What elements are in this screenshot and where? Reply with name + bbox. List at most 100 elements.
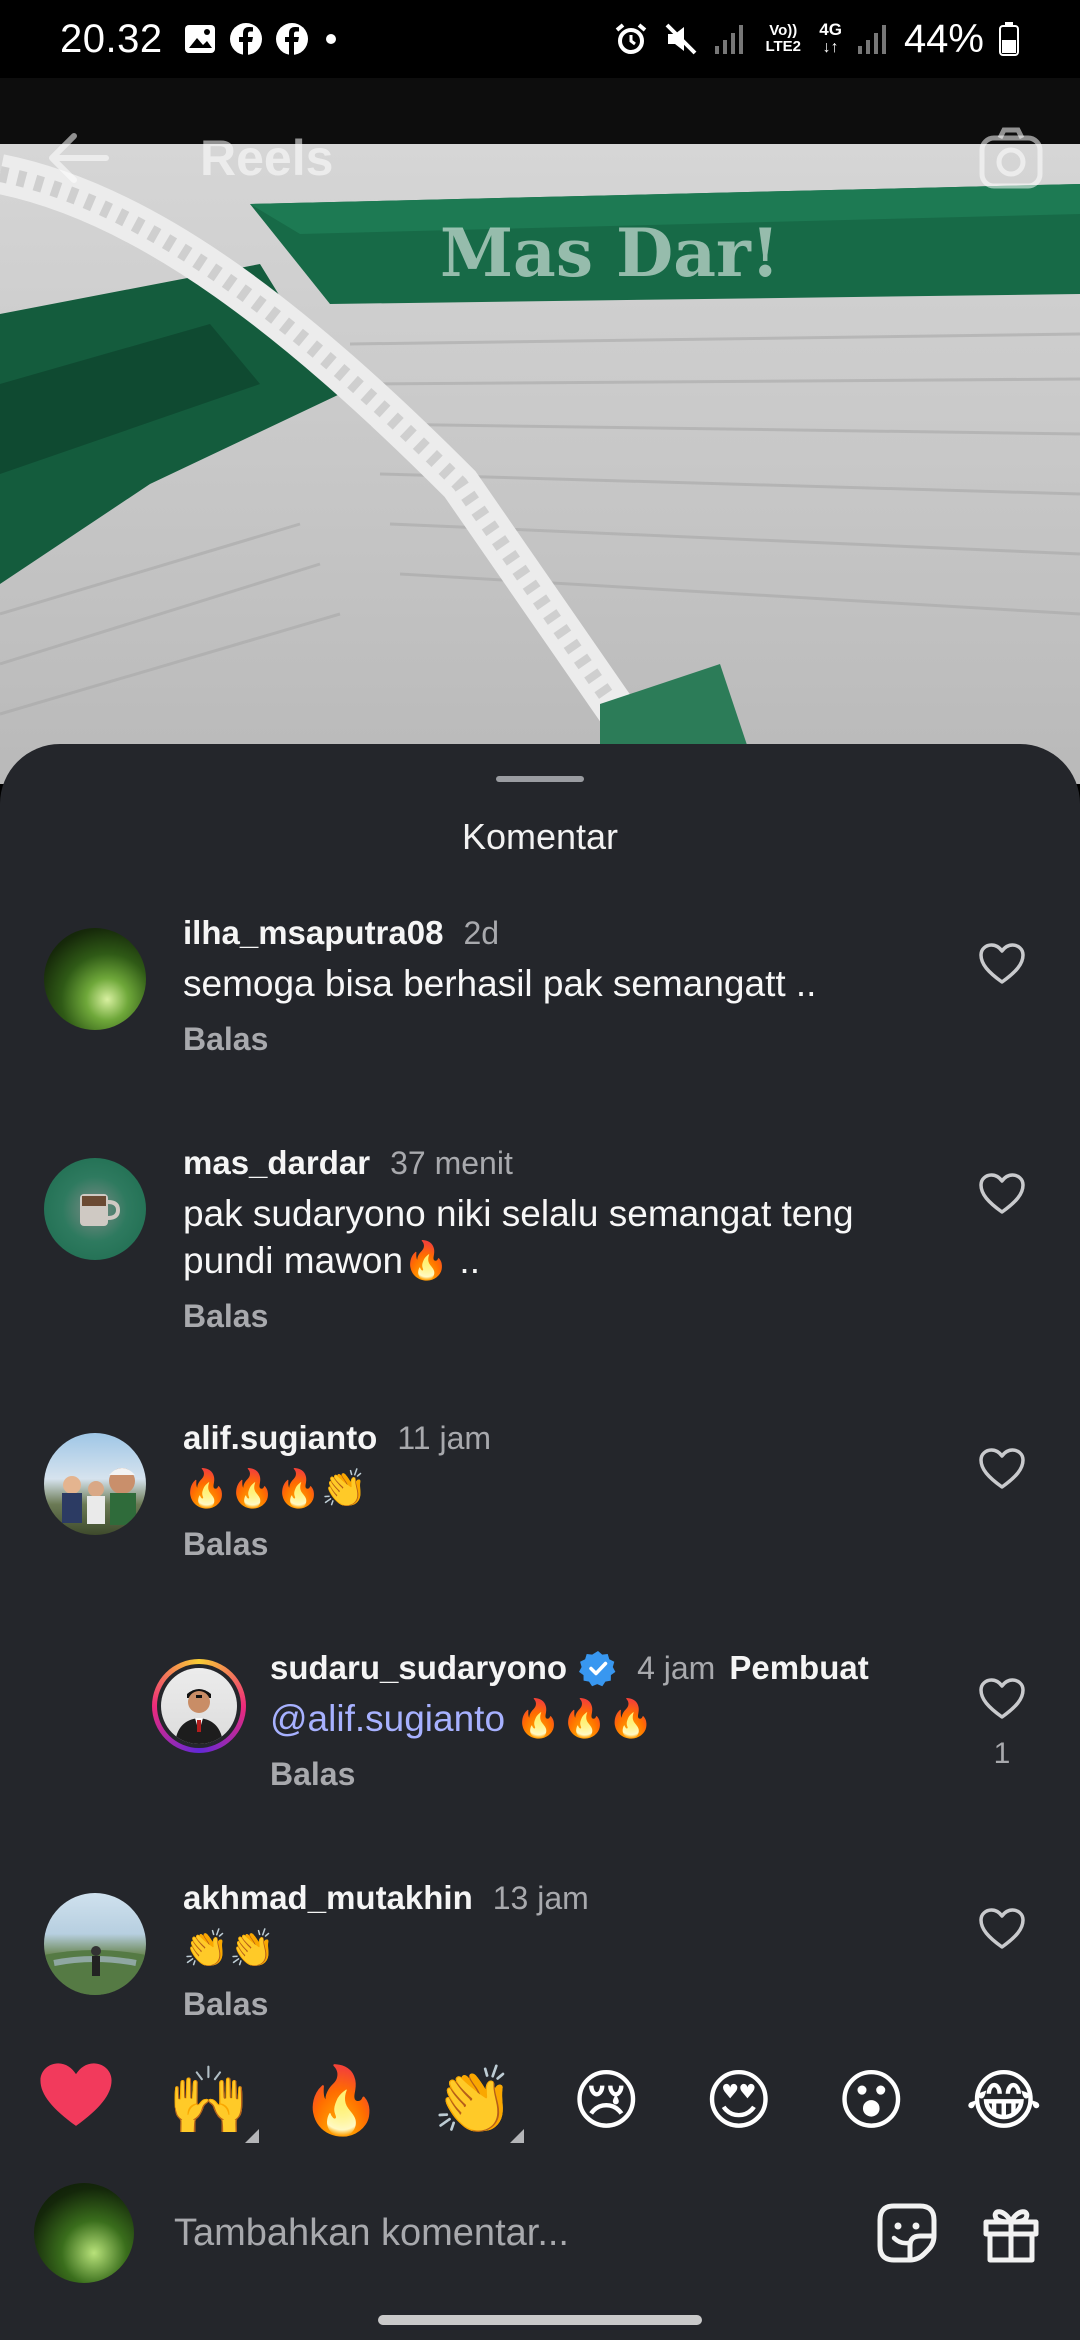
emoji-clapping[interactable]: 👏 xyxy=(424,2067,524,2143)
network-type: 4G xyxy=(819,20,842,39)
battery-percent: 44% xyxy=(903,16,984,61)
comment-body: mas_dardar 37 menit pak sudaryono niki s… xyxy=(183,1144,943,1335)
reels-header: Reels xyxy=(0,110,1080,206)
comment-item: ilha_msaputra08 2d semoga bisa berhasil … xyxy=(0,884,1080,1084)
emoji-glyph: 🙌 xyxy=(167,2063,250,2137)
mention-link[interactable]: @alif.sugianto xyxy=(270,1698,505,1739)
comment-body: sudaru_sudaryono 4 jam Pembuat @alif.sug… xyxy=(270,1649,869,1793)
avatar[interactable] xyxy=(44,928,146,1030)
comment-text: pak sudaryono niki selalu semangat teng … xyxy=(183,1193,854,1281)
gallery-icon xyxy=(183,22,217,56)
gift-icon xyxy=(983,2209,1039,2263)
variant-indicator xyxy=(509,2129,524,2143)
avatar-story-ring[interactable] xyxy=(152,1659,246,1753)
emoji-surprised[interactable]: 😮 xyxy=(821,2067,921,2133)
emoji-laughing[interactable]: 😂 xyxy=(954,2067,1054,2133)
heart-icon[interactable] xyxy=(978,1677,1026,1721)
comment-item: alif.sugianto 11 jam 🔥🔥🔥👏 Balas xyxy=(0,1389,1080,1589)
reel-video[interactable]: Mas Dar! xyxy=(0,144,1080,784)
reply-button[interactable]: Balas xyxy=(270,1756,355,1793)
volte-icon: Vo)) LTE2 xyxy=(761,23,805,55)
comment-username[interactable]: akhmad_mutakhin xyxy=(183,1879,473,1917)
creator-badge: Pembuat xyxy=(729,1649,869,1686)
current-user-avatar xyxy=(34,2183,134,2283)
emoji-raising-hands[interactable]: 🙌 xyxy=(159,2067,259,2143)
dot-icon xyxy=(321,22,341,56)
comment-body: ilha_msaputra08 2d semoga bisa berhasil … xyxy=(183,914,816,1058)
avatar[interactable] xyxy=(44,1433,146,1535)
comment-text: semoga bisa berhasil pak semangatt .. xyxy=(183,963,817,1004)
reply-button[interactable]: Balas xyxy=(183,1526,268,1563)
emoji-glyph: 🔥 xyxy=(300,2063,383,2137)
back-button[interactable] xyxy=(44,130,112,191)
comment-time: 11 jam xyxy=(397,1420,492,1456)
emoji-glyph: 😂 xyxy=(965,2063,1043,2137)
alarm-icon xyxy=(613,21,649,57)
drag-handle[interactable] xyxy=(496,776,584,782)
facebook-icon xyxy=(229,22,263,56)
verified-badge-icon xyxy=(579,1651,616,1687)
signal-icon xyxy=(856,22,890,56)
heart-icon[interactable] xyxy=(978,1907,1026,1951)
camera-icon xyxy=(979,127,1043,189)
sticker-button[interactable] xyxy=(872,2198,942,2268)
comment-item: mas_dardar 37 menit pak sudaryono niki s… xyxy=(0,1114,1080,1374)
red-heart-icon xyxy=(40,2063,112,2126)
status-notification-icons xyxy=(183,22,341,56)
reels-title: Reels xyxy=(200,130,334,186)
avatar[interactable] xyxy=(44,1893,146,1995)
comment-input-bar xyxy=(0,2168,1080,2298)
variant-indicator xyxy=(244,2129,259,2143)
comment-item: akhmad_mutakhin 13 jam 👏👏 Balas xyxy=(0,1849,1080,2049)
emoji-crying[interactable]: 😢 xyxy=(556,2067,656,2133)
comment-username[interactable]: alif.sugianto xyxy=(183,1419,377,1457)
comment-time: 4 jam xyxy=(637,1650,716,1686)
reply-button[interactable]: Balas xyxy=(183,1298,268,1335)
comments-list[interactable]: ilha_msaputra08 2d semoga bisa berhasil … xyxy=(0,884,1080,2124)
emoji-heart-eyes[interactable]: 😍 xyxy=(689,2067,789,2133)
comment-text: @alif.sugianto 🔥🔥🔥 xyxy=(270,1695,869,1742)
status-bar: 20.32 Vo)) LTE2 4G ↓↑ 44% xyxy=(0,0,1080,78)
comment-body: akhmad_mutakhin 13 jam 👏👏 Balas xyxy=(183,1879,589,2023)
reply-button[interactable]: Balas xyxy=(183,1986,268,2023)
network-label: Vo)) LTE2 xyxy=(765,22,802,55)
emoji-glyph: 😍 xyxy=(704,2063,774,2137)
facebook-icon xyxy=(275,22,309,56)
arrow-left-icon xyxy=(49,133,109,183)
avatar xyxy=(161,1668,237,1744)
comment-username[interactable]: ilha_msaputra08 xyxy=(183,914,443,952)
comment-time: 2d xyxy=(463,915,500,951)
comment-username[interactable]: mas_dardar xyxy=(183,1144,370,1182)
comment-text-suffix: 🔥🔥🔥 xyxy=(505,1698,654,1739)
sheet-title: Komentar xyxy=(461,816,619,857)
mute-icon xyxy=(663,21,699,57)
comment-text: 👏👏 xyxy=(183,1928,276,1969)
signal-icon xyxy=(713,22,747,56)
emoji-glyph: 😮 xyxy=(836,2063,906,2137)
battery-icon xyxy=(998,21,1020,57)
home-indicator[interactable] xyxy=(378,2315,702,2325)
emoji-glyph: 😢 xyxy=(571,2063,641,2137)
status-system-icons: Vo)) LTE2 4G ↓↑ 44% xyxy=(613,17,1020,62)
comment-input[interactable] xyxy=(174,2211,838,2255)
reply-button[interactable]: Balas xyxy=(183,1021,268,1058)
heart-icon[interactable] xyxy=(978,1172,1026,1216)
comment-reply-item: sudaru_sudaryono 4 jam Pembuat @alif.sug… xyxy=(0,1619,1080,1849)
emoji-fire[interactable]: 🔥 xyxy=(291,2067,391,2133)
comment-username[interactable]: sudaru_sudaryono xyxy=(270,1649,567,1687)
comment-text: 🔥🔥🔥👏 xyxy=(183,1468,368,1509)
avatar[interactable] xyxy=(44,1158,146,1260)
emoji-heart[interactable] xyxy=(26,2061,126,2139)
comment-time: 13 jam xyxy=(492,1880,589,1916)
heart-icon[interactable] xyxy=(978,942,1026,986)
status-time: 20.32 xyxy=(60,16,163,61)
gift-button[interactable] xyxy=(976,2198,1046,2268)
camera-button[interactable] xyxy=(978,126,1044,195)
4g-icon: 4G ↓↑ xyxy=(819,20,842,57)
comment-time: 37 menit xyxy=(390,1145,513,1181)
heart-icon[interactable] xyxy=(978,1447,1026,1491)
like-count: 1 xyxy=(993,1737,1011,1770)
sticker-icon xyxy=(877,2203,937,2263)
emoji-glyph: 👏 xyxy=(432,2063,515,2137)
emoji-quick-bar: 🙌 🔥 👏 😢 😍 😮 😂 xyxy=(0,2030,1080,2170)
